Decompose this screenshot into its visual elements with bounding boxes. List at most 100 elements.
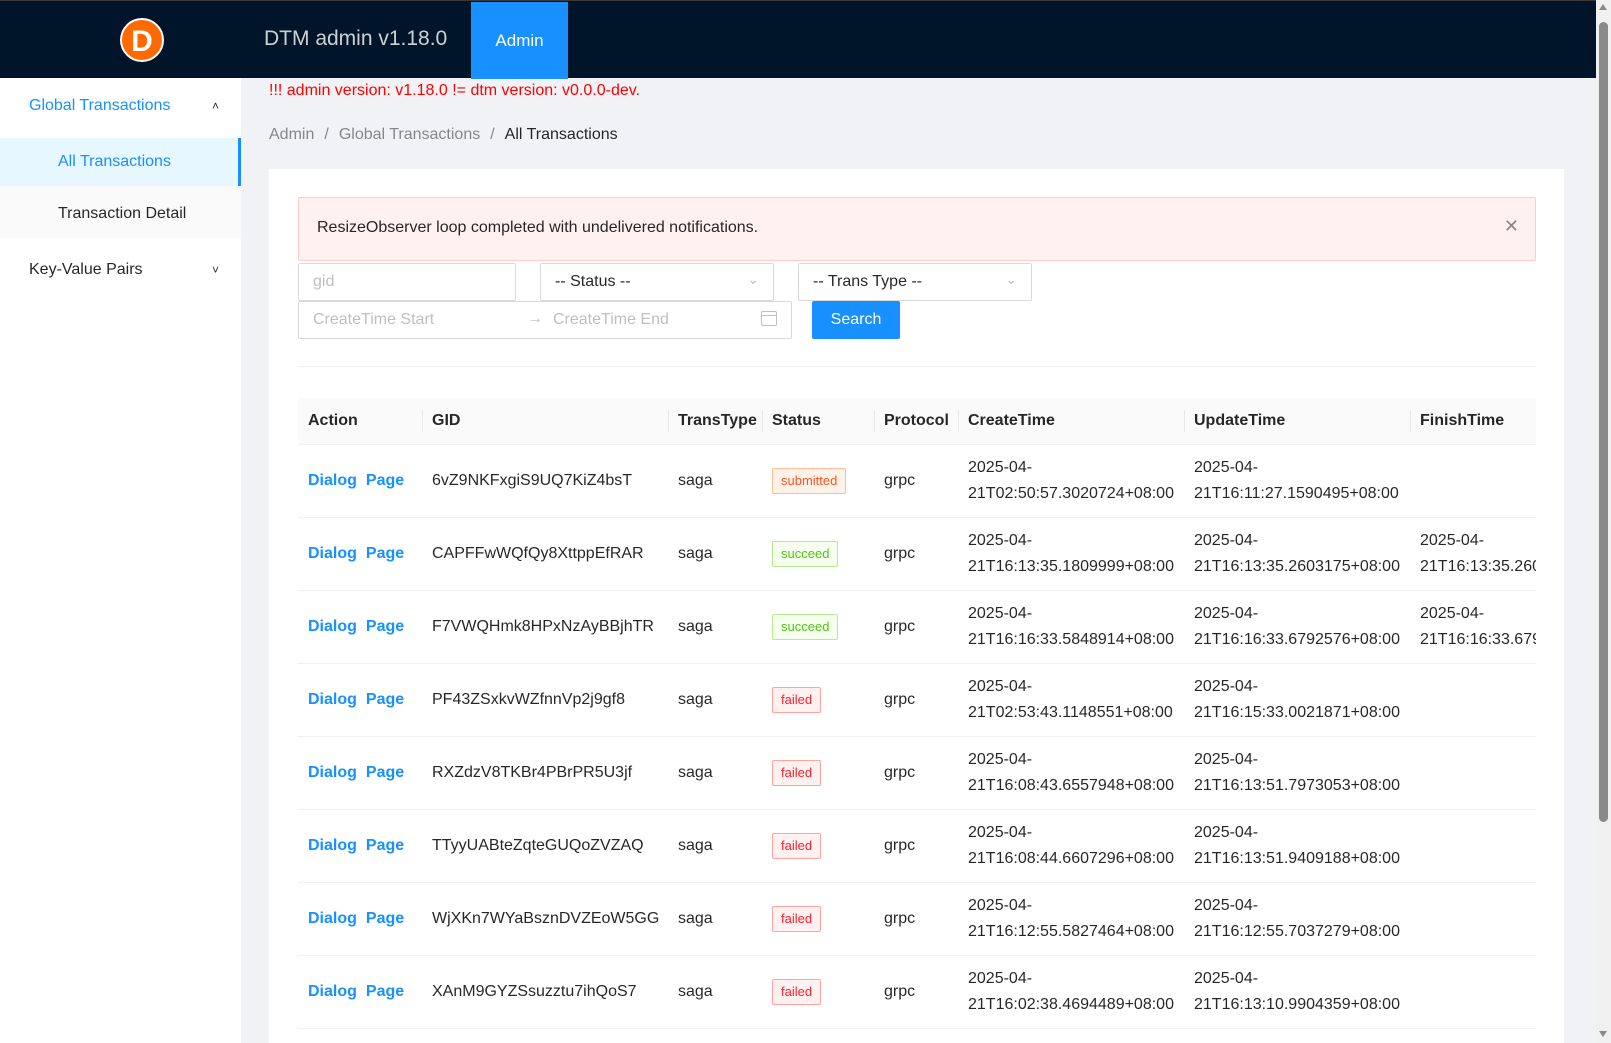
action-cell: Dialog Page <box>298 809 422 883</box>
status-cell: failed <box>762 736 874 810</box>
update-time-time: 21T16:13:35.2603175+08:00 <box>1194 557 1400 575</box>
trans-type-cell: saga <box>668 517 762 591</box>
sidebar-item-transaction-detail[interactable]: Transaction Detail <box>0 190 241 238</box>
breadcrumb-item[interactable]: Global Transactions <box>339 126 480 143</box>
update-time-cell: 2025-04- 21T16:12:55.7037279+08:00 <box>1184 882 1410 956</box>
sidebar-submenu-label: Key-Value Pairs <box>29 261 143 278</box>
breadcrumb-current: All Transactions <box>504 126 618 143</box>
gid-cell: PF43ZSxkvWZfnnVp2j9gf8 <box>422 663 668 737</box>
gid-cell: CAPFFwWQfQy8XttppEfRAR <box>422 517 668 591</box>
dialog-link[interactable]: Dialog <box>308 910 357 927</box>
update-time-cell: 2025-04- 21T16:13:35.2603175+08:00 <box>1184 517 1410 591</box>
table-body: Dialog Page 6vZ9NKFxgiS9UQ7KiZ4bsT saga subm… <box>298 444 1536 1029</box>
alert-message: ResizeObserver loop completed with undel… <box>317 219 759 236</box>
status-badge: succeed <box>772 613 839 640</box>
trans-type-cell: saga <box>668 809 762 883</box>
create-time-range-picker[interactable]: CreateTime Start → CreateTime End <box>298 301 792 339</box>
protocol-cell: grpc <box>874 955 958 1029</box>
page-link[interactable]: Page <box>366 910 404 927</box>
finish-time-cell <box>1410 882 1536 956</box>
scrollbar-thumb[interactable] <box>1599 22 1608 822</box>
update-time-cell: 2025-04- 21T16:13:51.7973053+08:00 <box>1184 736 1410 810</box>
trans-type-cell: saga <box>668 444 762 518</box>
update-time-cell: 2025-04- 21T16:13:10.9904359+08:00 <box>1184 955 1410 1029</box>
vertical-scrollbar[interactable] <box>1596 0 1611 1043</box>
breadcrumb: Admin / Global Transactions / All Transactio… <box>269 126 618 144</box>
page-link[interactable]: Page <box>366 472 404 489</box>
page-link[interactable]: Page <box>366 618 404 635</box>
breadcrumb-separator: / <box>490 126 495 143</box>
update-time-date: 2025-04- <box>1194 896 1259 914</box>
dialog-link[interactable]: Dialog <box>308 618 357 635</box>
protocol-cell: grpc <box>874 809 958 883</box>
close-icon[interactable]: ✕ <box>1504 216 1519 237</box>
dialog-link[interactable]: Dialog <box>308 691 357 708</box>
column-header-createtime: CreateTime <box>958 398 1184 445</box>
update-time-date: 2025-04- <box>1194 823 1259 841</box>
gid-cell: 6vZ9NKFxgiS9UQ7KiZ4bsT <box>422 444 668 518</box>
dialog-link[interactable]: Dialog <box>308 545 357 562</box>
update-time-time: 21T16:16:33.6792576+08:00 <box>1194 630 1400 648</box>
finish-time-time: 21T16:16:33.679 <box>1420 630 1536 648</box>
dialog-link[interactable]: Dialog <box>308 764 357 781</box>
page-link[interactable]: Page <box>366 545 404 562</box>
search-button[interactable]: Search <box>812 301 900 339</box>
nav-tab-admin[interactable]: Admin <box>471 2 568 79</box>
protocol-cell: grpc <box>874 444 958 518</box>
create-time-time: 21T16:13:35.1809999+08:00 <box>968 557 1174 575</box>
update-time-date: 2025-04- <box>1194 969 1259 987</box>
finish-time-time: 21T16:13:35.260 <box>1420 557 1536 575</box>
create-time-cell: 2025-04- 21T02:53:43.1148551+08:00 <box>958 663 1184 737</box>
table-row: Dialog Page XAnM9GYZSsuzztu7ihQoS7 saga fail… <box>298 955 1536 1029</box>
dialog-link[interactable]: Dialog <box>308 983 357 1000</box>
create-time-time: 21T16:02:38.4694489+08:00 <box>968 995 1174 1013</box>
sidebar-submenu-global-transactions[interactable]: Global Transactions ˄ <box>0 78 241 134</box>
gid-cell: TTyyUABteZqteGUQoZVZAQ <box>422 809 668 883</box>
scroll-up-arrow-icon[interactable] <box>1599 4 1607 10</box>
create-time-time: 21T02:50:57.3020724+08:00 <box>968 484 1174 502</box>
update-time-cell: 2025-04- 21T16:15:33.0021871+08:00 <box>1184 663 1410 737</box>
sidebar-item-label: Transaction Detail <box>58 205 187 222</box>
divider <box>298 366 1536 367</box>
create-time-date: 2025-04- <box>968 531 1033 549</box>
create-time-start-input[interactable]: CreateTime Start <box>313 311 434 329</box>
dialog-link[interactable]: Dialog <box>308 472 357 489</box>
status-badge: failed <box>772 686 822 713</box>
finish-time-cell <box>1410 444 1536 518</box>
dtm-logo[interactable]: D <box>120 18 164 62</box>
sidebar-item-all-transactions[interactable]: All Transactions <box>0 138 241 186</box>
status-cell: succeed <box>762 517 874 591</box>
create-time-end-input[interactable]: CreateTime End <box>553 311 669 329</box>
protocol-cell: grpc <box>874 882 958 956</box>
update-time-date: 2025-04- <box>1194 677 1259 695</box>
create-time-cell: 2025-04- 21T16:13:35.1809999+08:00 <box>958 517 1184 591</box>
chevron-down-icon: ⌄ <box>747 271 759 287</box>
table-row: Dialog Page F7VWQHmk8HPxNzAyBBjhTR saga succ… <box>298 590 1536 664</box>
scroll-down-arrow-icon[interactable] <box>1599 1031 1607 1037</box>
update-time-time: 21T16:13:51.9409188+08:00 <box>1194 849 1400 867</box>
page-link[interactable]: Page <box>366 983 404 1000</box>
page-link[interactable]: Page <box>366 764 404 781</box>
status-cell: failed <box>762 809 874 883</box>
create-time-cell: 2025-04- 21T16:12:55.5827464+08:00 <box>958 882 1184 956</box>
trans-type-select[interactable]: -- Trans Type -- ⌄ <box>798 263 1032 301</box>
create-time-time: 21T02:53:43.1148551+08:00 <box>968 703 1173 721</box>
create-time-time: 21T16:16:33.5848914+08:00 <box>968 630 1174 648</box>
page-link[interactable]: Page <box>366 691 404 708</box>
error-alert: ResizeObserver loop completed with undel… <box>298 197 1536 261</box>
update-time-date: 2025-04- <box>1194 531 1259 549</box>
finish-time-cell: 2025-04- 21T16:13:35.260 <box>1410 517 1536 591</box>
breadcrumb-item[interactable]: Admin <box>269 126 314 143</box>
page-link[interactable]: Page <box>366 837 404 854</box>
status-select[interactable]: -- Status -- ⌄ <box>540 263 774 301</box>
sidebar-submenu-key-value-pairs[interactable]: Key-Value Pairs ˅ <box>0 242 241 298</box>
column-header-updatetime: UpdateTime <box>1184 398 1410 445</box>
status-badge: failed <box>772 905 822 932</box>
dialog-link[interactable]: Dialog <box>308 837 357 854</box>
protocol-cell: grpc <box>874 663 958 737</box>
gid-input[interactable]: gid <box>298 263 516 301</box>
finish-time-date: 2025-04- <box>1420 604 1485 622</box>
finish-time-cell: 2025-04- 21T16:16:33.679 <box>1410 590 1536 664</box>
finish-time-date: 2025-04- <box>1420 531 1485 549</box>
sidebar: Global Transactions ˄ All Transactions T… <box>0 78 241 1043</box>
